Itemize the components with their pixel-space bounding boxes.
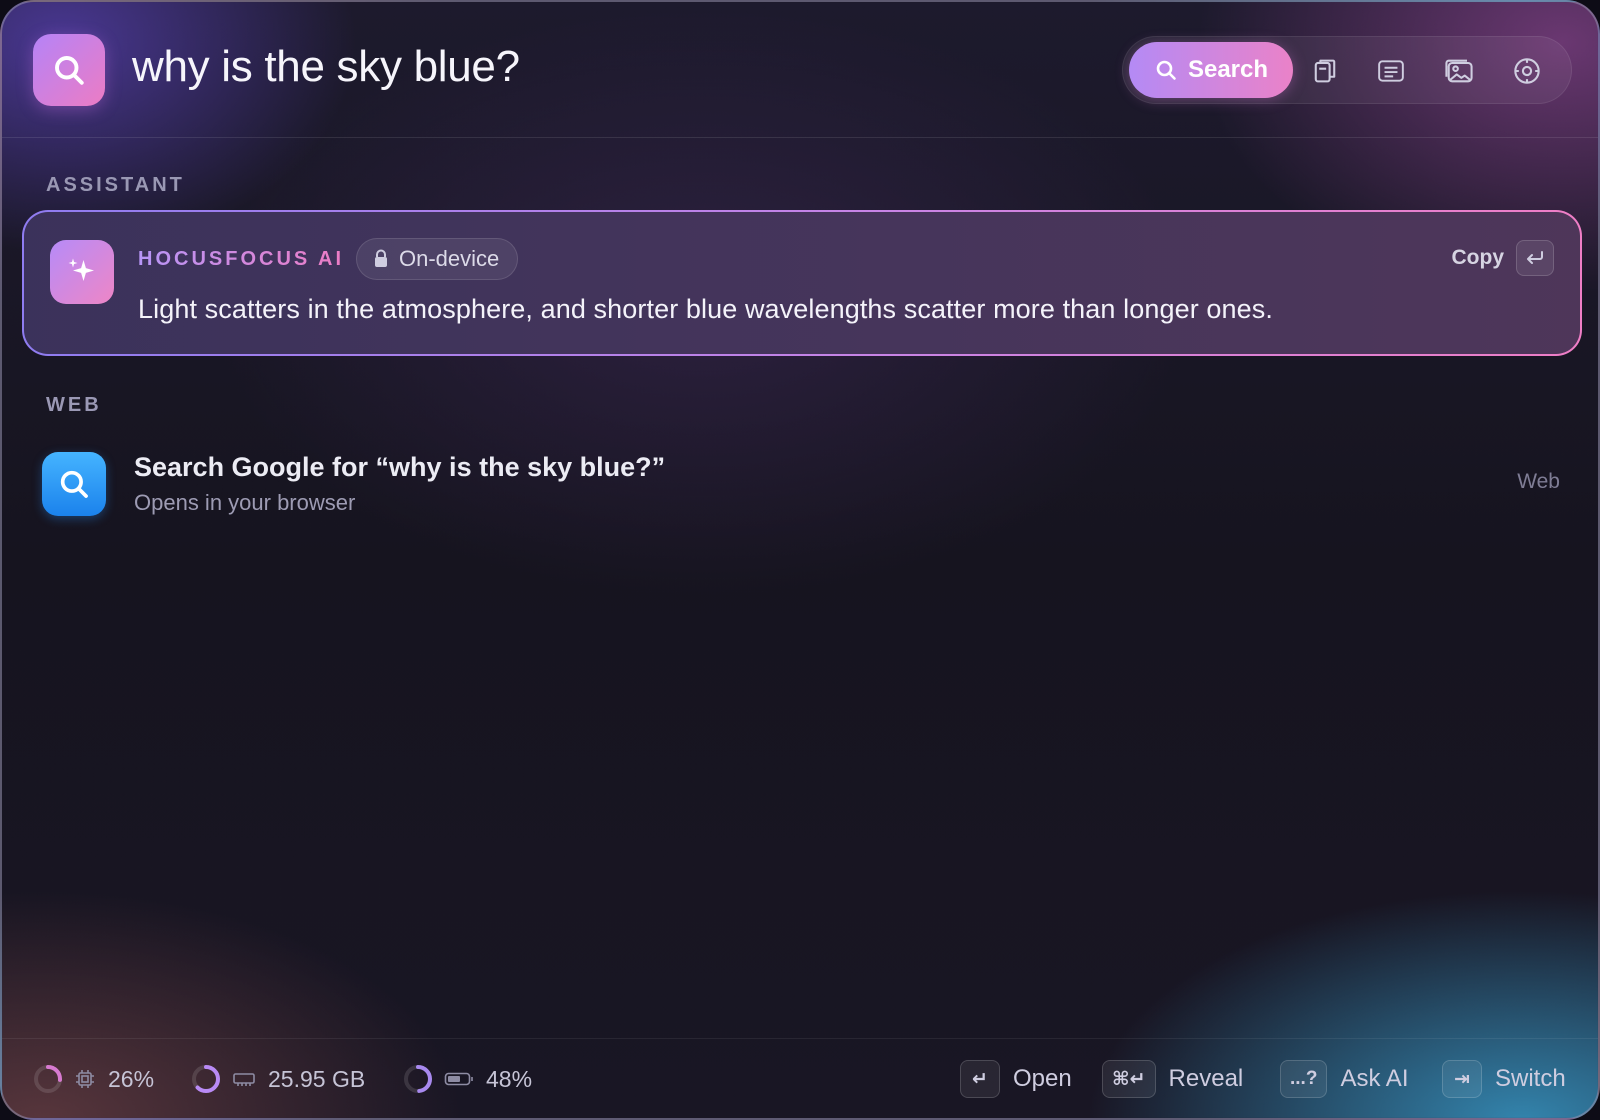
notes-button[interactable] bbox=[1371, 51, 1411, 91]
on-device-label: On-device bbox=[399, 246, 500, 271]
switch-hint-label: Switch bbox=[1495, 1065, 1566, 1092]
search-mode-label: Search bbox=[1187, 56, 1269, 83]
web-result-subtitle: Opens in your browser bbox=[134, 490, 356, 515]
hint-switch[interactable]: ⇥ Switch bbox=[1442, 1059, 1566, 1099]
copy-action-label[interactable]: Copy bbox=[1452, 246, 1505, 270]
lock-icon bbox=[375, 249, 387, 267]
memory-icon bbox=[233, 1073, 255, 1086]
memory-value: 25.95 GB bbox=[268, 1065, 366, 1092]
search-mode-button[interactable]: Search bbox=[1129, 42, 1293, 98]
gallery-button[interactable] bbox=[1439, 51, 1479, 91]
switch-keycap: ⇥ bbox=[1442, 1060, 1482, 1098]
launcher-window: why is the sky blue? Search ASSISTANT HO… bbox=[0, 0, 1600, 1120]
search-badge[interactable] bbox=[33, 34, 105, 106]
sparkles-icon bbox=[68, 258, 94, 281]
cpu-value: 26% bbox=[108, 1065, 155, 1092]
hint-reveal[interactable]: ⌘↵ Reveal bbox=[1102, 1059, 1243, 1099]
open-keycap: ↵ bbox=[960, 1060, 1000, 1098]
cpu-stat: 26% bbox=[32, 1059, 154, 1099]
open-hint-label: Open bbox=[1013, 1065, 1072, 1092]
assistant-result-card[interactable]: HOCUSFOCUS AI On-device Light scatters i… bbox=[22, 210, 1582, 356]
ask-ai-hint-label: Ask AI bbox=[1340, 1065, 1409, 1092]
search-header: why is the sky blue? Search bbox=[2, 2, 1598, 138]
web-result-tag: Web bbox=[1517, 470, 1560, 493]
status-footer: 26% 25.95 GB 48% ↵ Open ⌘↵ Reveal ...? A… bbox=[2, 1038, 1598, 1118]
assistant-avatar bbox=[50, 240, 114, 304]
section-label-assistant: ASSISTANT bbox=[46, 174, 185, 196]
battery-stat: 48% bbox=[402, 1059, 532, 1099]
assistant-answer: Light scatters in the atmosphere, and sh… bbox=[138, 294, 1273, 324]
memory-usage-ring bbox=[192, 1065, 220, 1093]
on-device-badge: On-device bbox=[356, 238, 519, 280]
return-key-icon bbox=[1527, 251, 1543, 264]
section-label-web: WEB bbox=[46, 394, 102, 416]
battery-usage-ring bbox=[404, 1065, 432, 1093]
settings-button[interactable] bbox=[1507, 51, 1547, 91]
search-icon bbox=[55, 56, 84, 85]
web-search-result[interactable]: Search Google for “why is the sky blue?”… bbox=[42, 446, 1572, 524]
battery-value: 48% bbox=[486, 1065, 533, 1092]
hint-open[interactable]: ↵ Open bbox=[960, 1059, 1072, 1099]
assistant-name: HOCUSFOCUS AI bbox=[138, 248, 345, 270]
battery-icon bbox=[444, 1072, 473, 1086]
cpu-usage-ring bbox=[34, 1065, 62, 1093]
mode-toolbar: Search bbox=[1122, 36, 1572, 104]
ask-ai-keycap: ...? bbox=[1280, 1060, 1328, 1098]
memory-stat: 25.95 GB bbox=[190, 1059, 365, 1099]
search-query-input[interactable]: why is the sky blue? bbox=[132, 42, 520, 92]
search-icon bbox=[60, 470, 88, 498]
web-search-badge bbox=[42, 452, 106, 516]
settings-icon bbox=[1514, 58, 1540, 84]
gallery-icon bbox=[1445, 59, 1473, 83]
cpu-icon bbox=[76, 1070, 94, 1088]
clipboard-button[interactable] bbox=[1305, 51, 1345, 91]
enter-keycap[interactable] bbox=[1516, 240, 1554, 276]
hint-ask-ai[interactable]: ...? Ask AI bbox=[1280, 1059, 1408, 1099]
reveal-keycap: ⌘↵ bbox=[1102, 1060, 1156, 1098]
search-icon bbox=[1156, 60, 1176, 80]
clipboard-icon bbox=[1314, 59, 1336, 83]
notes-icon bbox=[1378, 60, 1404, 82]
reveal-hint-label: Reveal bbox=[1168, 1065, 1244, 1092]
web-result-title: Search Google for “why is the sky blue?” bbox=[134, 452, 666, 482]
